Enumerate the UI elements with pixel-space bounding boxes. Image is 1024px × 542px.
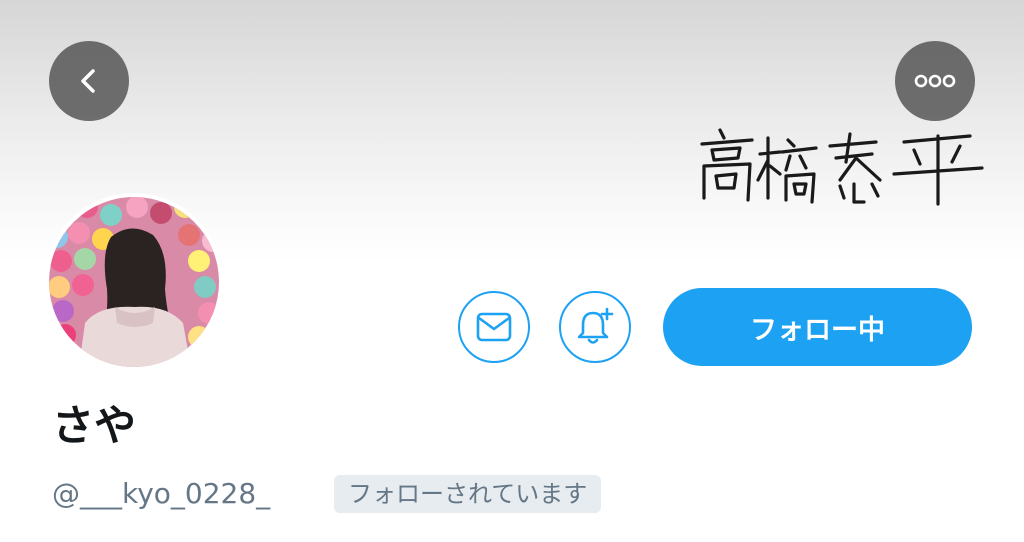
following-button[interactable]: フォロー中 <box>663 288 972 366</box>
avatar-image <box>49 197 219 367</box>
display-name: さや <box>52 401 137 450</box>
envelope-icon <box>476 312 512 342</box>
follows-you-badge: フォローされています <box>334 475 602 513</box>
more-horizontal-icon <box>914 74 956 88</box>
notifications-button[interactable] <box>559 291 631 363</box>
message-button[interactable] <box>458 291 530 363</box>
username: @___kyo_0228_ <box>52 477 271 510</box>
bell-plus-icon <box>577 307 614 344</box>
back-button[interactable] <box>49 41 129 121</box>
chevron-left-icon <box>81 69 95 93</box>
more-options-button[interactable] <box>895 41 975 121</box>
avatar[interactable] <box>45 193 223 371</box>
banner-signature <box>700 128 984 206</box>
